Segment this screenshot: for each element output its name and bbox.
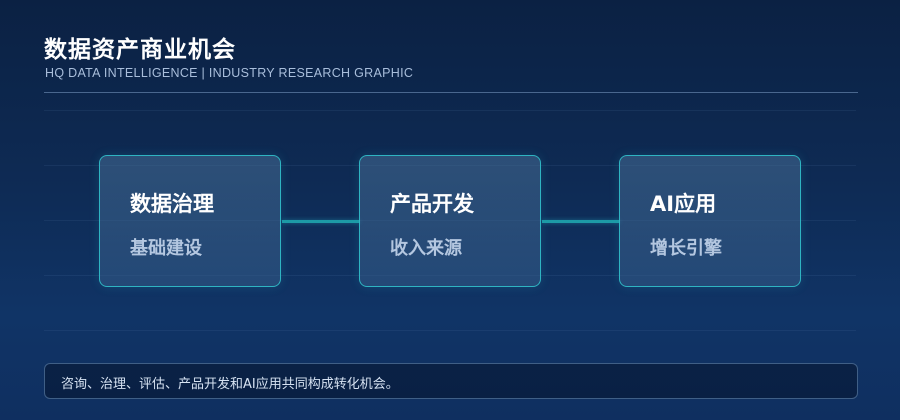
- page-subtitle: HQ DATA INTELLIGENCE | INDUSTRY RESEARCH…: [45, 66, 414, 80]
- connector-1-2: [282, 220, 360, 223]
- grid-line: [44, 110, 856, 111]
- grid-line: [44, 330, 856, 331]
- node-data-governance: 数据治理 基础建设: [99, 155, 281, 287]
- footer-note: 咨询、治理、评估、产品开发和AI应用共同构成转化机会。: [61, 377, 399, 392]
- connector-2-3: [542, 220, 620, 223]
- footer-note-box: 咨询、治理、评估、产品开发和AI应用共同构成转化机会。: [44, 363, 858, 399]
- node-subtitle: 增长引擎: [650, 238, 722, 259]
- header-divider: [44, 92, 858, 93]
- node-title: 数据治理: [130, 192, 214, 216]
- node-subtitle: 基础建设: [130, 238, 202, 259]
- node-product-development: 产品开发 收入来源: [359, 155, 541, 287]
- page-title: 数据资产商业机会: [44, 37, 236, 63]
- node-subtitle: 收入来源: [390, 238, 462, 259]
- node-title: AI应用: [650, 192, 717, 216]
- node-ai-application: AI应用 增长引擎: [619, 155, 801, 287]
- node-title: 产品开发: [390, 192, 474, 216]
